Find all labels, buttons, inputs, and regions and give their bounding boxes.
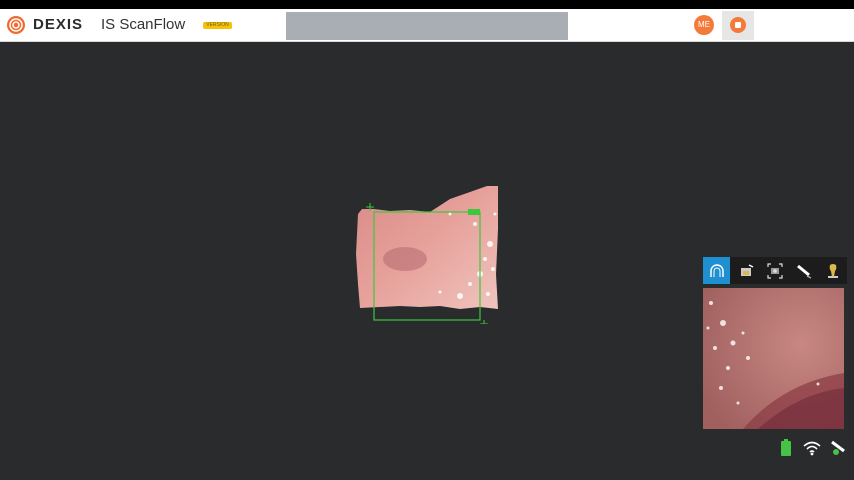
capture-tool-button[interactable] (761, 257, 788, 284)
battery-icon (781, 439, 791, 456)
tissue-shadow (383, 247, 427, 271)
scan-tool-button[interactable] (732, 257, 759, 284)
scanner-status-icon (831, 440, 845, 455)
scanflow-window: DEXIS IS ScanFlow VERSION ME (0, 9, 854, 480)
record-stop-icon (730, 17, 746, 33)
wifi-indicator (803, 439, 821, 457)
arch-tool-button[interactable] (703, 257, 730, 284)
title-panel (286, 12, 568, 40)
brand-name: DEXIS (33, 16, 84, 33)
tooth-icon (827, 263, 838, 278)
top-bar: DEXIS IS ScanFlow VERSION ME (0, 9, 854, 42)
light-wand-icon (796, 264, 811, 279)
user-avatar-button[interactable]: ME (694, 15, 714, 35)
tracking-marker (468, 209, 480, 215)
scanned-tissue-mesh (356, 186, 498, 309)
record-button[interactable] (722, 11, 754, 40)
light-tool-button[interactable] (790, 257, 817, 284)
tooth-tool-button[interactable] (819, 257, 846, 284)
arch-icon (709, 263, 724, 277)
scanner-status-indicator (830, 439, 848, 457)
tool-strip (703, 257, 847, 284)
product-name: IS ScanFlow (101, 16, 186, 33)
live-camera-preview (703, 288, 844, 429)
wifi-icon (803, 441, 821, 456)
dexis-logo-icon (7, 16, 25, 34)
battery-indicator (777, 439, 795, 457)
version-badge: VERSION (203, 22, 232, 29)
scan-3d-view[interactable] (350, 174, 510, 324)
scanner-icon (740, 263, 753, 276)
camera-frame-icon (766, 262, 783, 279)
